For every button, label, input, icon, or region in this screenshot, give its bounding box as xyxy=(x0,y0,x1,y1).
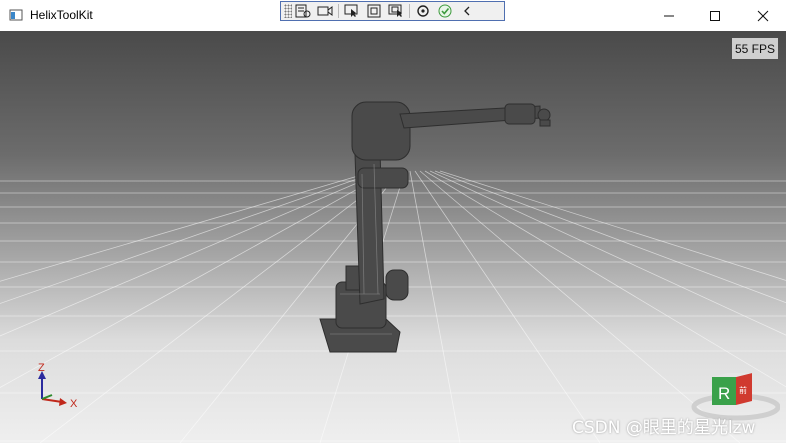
app-icon xyxy=(9,9,23,21)
check-icon xyxy=(438,4,452,18)
track-focused-element-button[interactable] xyxy=(385,2,407,20)
close-icon xyxy=(757,10,769,21)
toolbar-grip-icon[interactable] xyxy=(284,4,292,18)
camera-button[interactable] xyxy=(314,2,336,20)
toolbar-separator xyxy=(338,4,339,18)
close-button[interactable] xyxy=(740,0,786,31)
3d-viewport[interactable]: 55 FPS Z X R 前 CSDN @眼里的星光lzw xyxy=(0,31,786,443)
window-title: HelixToolKit xyxy=(30,8,93,22)
maximize-button[interactable] xyxy=(692,0,738,31)
collapse-toolbar-button[interactable] xyxy=(456,2,478,20)
view-cube[interactable]: R 前 xyxy=(690,361,780,421)
chevron-left-icon xyxy=(464,6,470,16)
z-axis-label: Z xyxy=(38,362,45,374)
toolbar-separator xyxy=(409,4,410,18)
maximize-icon xyxy=(710,10,720,21)
csdn-watermark: CSDN @眼里的星光lzw xyxy=(572,418,756,438)
track-focus-icon xyxy=(388,4,402,17)
minimize-icon xyxy=(664,15,674,16)
live-visual-tree-button[interactable] xyxy=(292,2,314,20)
display-layout-adorners-button[interactable] xyxy=(363,2,385,20)
coordinate-axis-tripod: Z X xyxy=(38,362,78,410)
hot-reload-icon xyxy=(417,5,429,17)
industrial-robot-model[interactable] xyxy=(300,94,560,354)
select-element-button[interactable] xyxy=(341,2,363,20)
view-cube-side-label: 前 xyxy=(739,385,747,395)
select-cursor-icon xyxy=(344,4,358,17)
view-cube-face-label: R xyxy=(718,384,730,403)
fps-counter: 55 FPS xyxy=(732,38,778,59)
layout-adorner-icon xyxy=(367,4,381,18)
camera-icon xyxy=(317,6,333,16)
debug-toolbar xyxy=(280,1,505,21)
x-axis-label: X xyxy=(70,398,78,410)
visual-tree-icon xyxy=(295,4,311,18)
title-bar: HelixToolKit xyxy=(0,0,786,31)
in-app-check-button[interactable] xyxy=(434,2,456,20)
minimize-button[interactable] xyxy=(646,0,692,31)
hot-reload-button[interactable] xyxy=(412,2,434,20)
